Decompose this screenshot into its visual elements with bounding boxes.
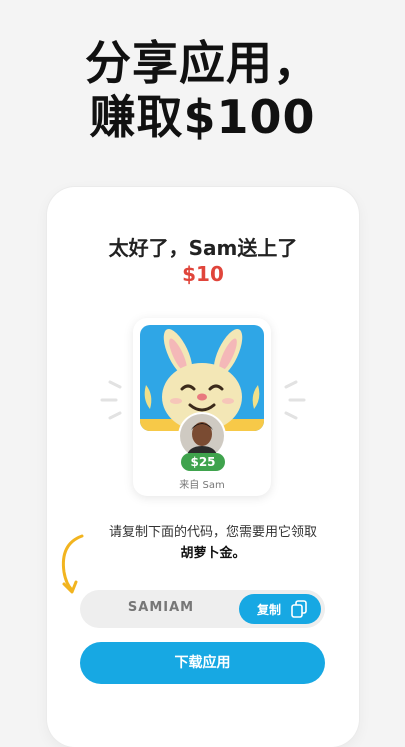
referral-code: SAMIAM: [127, 600, 195, 615]
curved-arrow-icon: [61, 534, 84, 594]
gift-amount: $10: [182, 262, 224, 286]
headline: 分享应用， 赚取$100: [0, 36, 405, 144]
sparkle-right-icon: [284, 380, 306, 420]
sparkle-left-icon: [100, 380, 122, 420]
headline-line-2: 赚取$100: [89, 90, 316, 144]
copy-icon: [291, 600, 307, 618]
instructions-line-1: 请复制下面的代码，您需要用它领取: [108, 525, 317, 540]
from-label: 来自 Sam: [179, 480, 225, 491]
copy-button[interactable]: 复制: [239, 594, 321, 624]
copy-label: 复制: [257, 603, 282, 617]
reward-badge: $25: [181, 453, 225, 471]
headline-line-1: 分享应用，: [85, 36, 320, 90]
sender-avatar: [180, 414, 224, 458]
download-app-button[interactable]: 下载应用: [80, 642, 325, 684]
instructions: 请复制下面的代码，您需要用它领取 胡萝卜金。: [80, 522, 346, 564]
instructions-line-2: 胡萝卜金。: [180, 546, 246, 561]
gift-title: 太好了，Sam送上了: [108, 236, 298, 260]
